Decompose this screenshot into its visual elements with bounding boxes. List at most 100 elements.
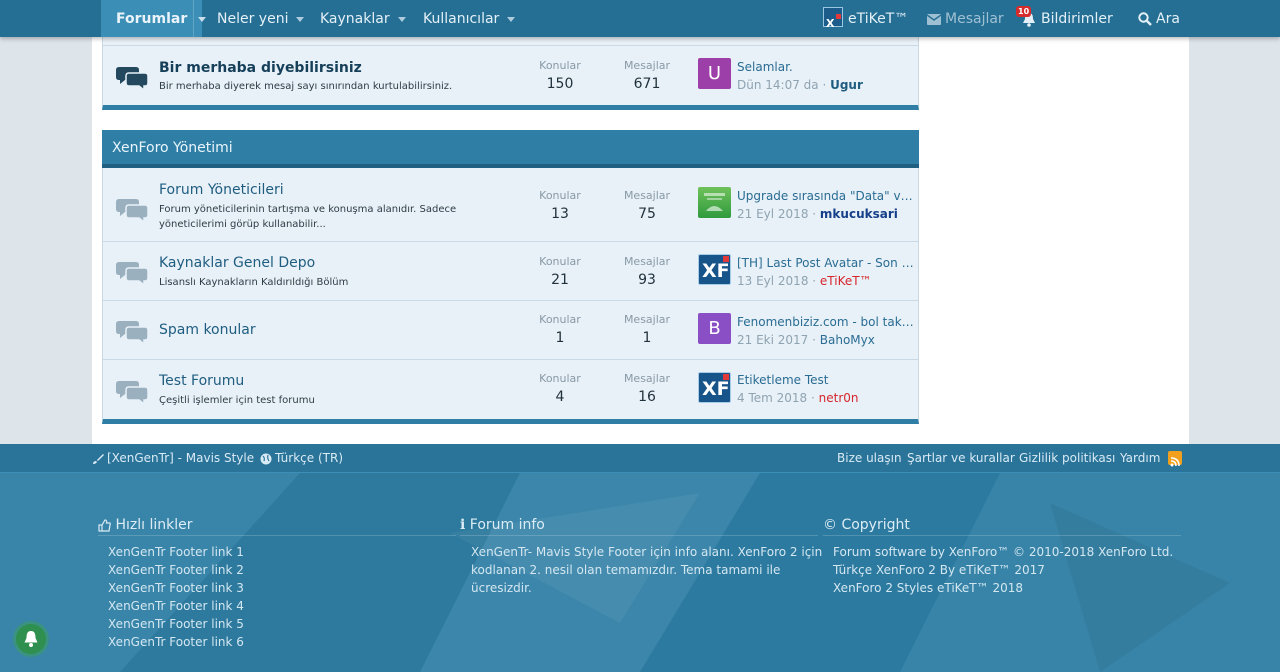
node-title[interactable]: Test Forumu [159,373,244,389]
chat-bubbles-icon [116,67,149,90]
bell-icon [24,631,38,647]
paintbrush-icon [93,453,104,464]
messages-label: Mesajlar [623,313,671,326]
node-title[interactable]: Forum Yöneticileri [159,182,284,198]
forum-info-title: Forum info [469,517,545,533]
quick-link[interactable]: XenGenTr Footer link 6 [108,633,244,651]
nav-tab-label: Neler yeni [217,11,289,27]
avatar[interactable]: U [698,58,731,89]
quick-link[interactable]: XenGenTr Footer link 2 [108,561,244,579]
messages-link[interactable]: Mesajlar [926,0,1004,37]
chevron-down-icon[interactable] [397,16,406,22]
avatar[interactable]: XF [698,372,731,403]
threads-label: Konular [539,372,581,385]
last-post-title[interactable]: Selamlar. [737,60,915,74]
nav-tab-forums[interactable]: Forumlar [101,0,207,37]
forum-info-heading: i Forum info [460,517,818,536]
chevron-down-icon[interactable] [198,16,207,22]
last-post-title[interactable]: Upgrade sırasında "Data" ve "Internal_da… [737,189,915,203]
quick-link[interactable]: XenGenTr Footer link 3 [108,579,244,597]
nav-tab-label: Kullanıcılar [423,11,500,27]
chevron-down-icon[interactable] [507,16,516,22]
rss-icon[interactable] [1168,451,1182,467]
quick-link[interactable]: XenGenTr Footer link 5 [108,615,244,633]
notification-count-badge: 10 [1016,6,1032,17]
last-post-user[interactable]: BahoMyx [820,333,875,347]
avatar[interactable]: B [698,313,731,344]
quick-links-list: XenGenTr Footer link 1 XenGenTr Footer l… [108,543,244,651]
nav-tab-label: Kaynaklar [320,11,390,27]
language-chooser[interactable]: Türkçe (TR) [260,444,343,472]
copyright-line[interactable]: XenForo 2 Styles eTiKeT™ 2018 [833,579,1173,597]
nav-tab-members[interactable]: Kullanıcılar [423,0,516,37]
messages-count: 671 [633,76,661,92]
nav-tab-resources[interactable]: Kaynaklar [320,0,406,37]
footer-bar: [XenGenTr] - Mavis Style Türkçe (TR) Biz… [0,444,1280,473]
last-post-meta: 13 Eyl 2018 · eTiKeT™ [737,274,872,288]
forum-node[interactable]: Spam konular Konular 1 Mesajlar 1 B Feno… [103,300,918,359]
threads-label: Konular [539,189,581,202]
last-post-user[interactable]: Ugur [830,78,863,92]
last-post-title[interactable]: Fenomenbiziz.com - bol takipçi [737,315,915,329]
last-post-meta: 21 Eyl 2018 · mkucuksari [737,207,898,221]
last-post-date[interactable]: Dün 14:07 da [737,78,819,92]
last-post-user[interactable]: mkucuksari [820,207,898,221]
forum-node[interactable]: Forum Yöneticileri Forum yöneticilerinin… [103,168,918,241]
username: eTiKeT™ [848,11,909,27]
copyright-line[interactable]: Forum software by XenForo™ © 2010-2018 X… [833,543,1173,561]
messages-count: 1 [642,330,652,346]
notifications-label: Bildirimler [1041,11,1113,27]
category-title: XenForo Yönetimi [112,140,233,156]
last-post-title[interactable]: Etiketleme Test [737,373,915,387]
quick-link[interactable]: XenGenTr Footer link 1 [108,543,244,561]
category-header[interactable]: XenForo Yönetimi [102,130,919,168]
last-post-user[interactable]: netr0n [819,391,859,405]
footer-link-terms[interactable]: Şartlar ve kurallar [907,444,1015,472]
footer-link-privacy[interactable]: Gizlilik politikası [1019,444,1115,472]
copyright-line[interactable]: Türkçe XenForo 2 By eTiKeT™ 2017 [833,561,1173,579]
node-description: Bir merhaba diyerek mesaj sayı sınırında… [159,81,453,92]
footer-link-contact[interactable]: Bize ulaşın [837,444,902,472]
node-title[interactable]: Kaynaklar Genel Depo [159,255,315,271]
last-post-date[interactable]: 13 Eyl 2018 [737,274,808,288]
avatar[interactable] [698,187,731,218]
footer-link-help[interactable]: Yardım [1120,444,1160,472]
copyright-heading: © Copyright [823,517,1181,536]
last-post-date[interactable]: 21 Eki 2017 [737,333,808,347]
forum-node-welcome[interactable]: Bir merhaba diyebilirsiniz Bir merhaba d… [103,45,918,104]
account-menu[interactable]: X eTiKeT™ [823,0,908,37]
threads-count: 4 [555,389,565,405]
last-post-date[interactable]: 21 Eyl 2018 [737,207,808,221]
chevron-down-icon[interactable] [296,16,305,22]
avatar-letter: U [707,63,722,84]
threads-label: Konular [539,313,581,326]
globe-icon [260,453,272,464]
node-description: Çeşitli işlemler için test forumu [159,395,315,406]
svg-text:XF: XF [702,378,730,400]
forum-node[interactable]: Kaynaklar Genel Depo Lisanslı Kaynakları… [103,241,918,300]
threads-count: 1 [555,330,565,346]
style-chooser[interactable]: [XenGenTr] - Mavis Style [92,444,254,472]
divider [193,0,195,37]
quick-link[interactable]: XenGenTr Footer link 4 [108,597,244,615]
avatar[interactable]: XF [698,254,731,285]
chat-bubbles-icon [116,381,149,404]
search-link[interactable]: Ara [1138,0,1180,37]
footer: Hızlı linkler XenGenTr Footer link 1 Xen… [0,473,1280,672]
node-title[interactable]: Spam konular [159,322,256,338]
last-post-user[interactable]: eTiKeT™ [820,274,872,288]
push-notification-button[interactable] [16,624,46,654]
xf-logo-icon: XF [702,374,730,400]
nav-tab-whats-new[interactable]: Neler yeni [217,0,305,37]
notifications-link[interactable]: 10 Bildirimler [1016,0,1113,37]
info-icon: i [460,517,466,533]
messages-label: Mesajlar [945,11,1004,27]
forum-node[interactable]: Test Forumu Çeşitli işlemler için test f… [103,359,918,419]
last-post-title[interactable]: [TH] Last Post Avatar - Son Mesaj Avatar… [737,256,915,270]
threads-label: Konular [539,255,581,268]
last-post-date[interactable]: 4 Tem 2018 [737,391,807,405]
node-title[interactable]: Bir merhaba diyebilirsiniz [159,60,362,76]
search-label: Ara [1156,11,1180,27]
node-description: Forum yöneticilerinin tartışma ve konuşm… [159,204,457,230]
messages-label: Mesajlar [623,372,671,385]
